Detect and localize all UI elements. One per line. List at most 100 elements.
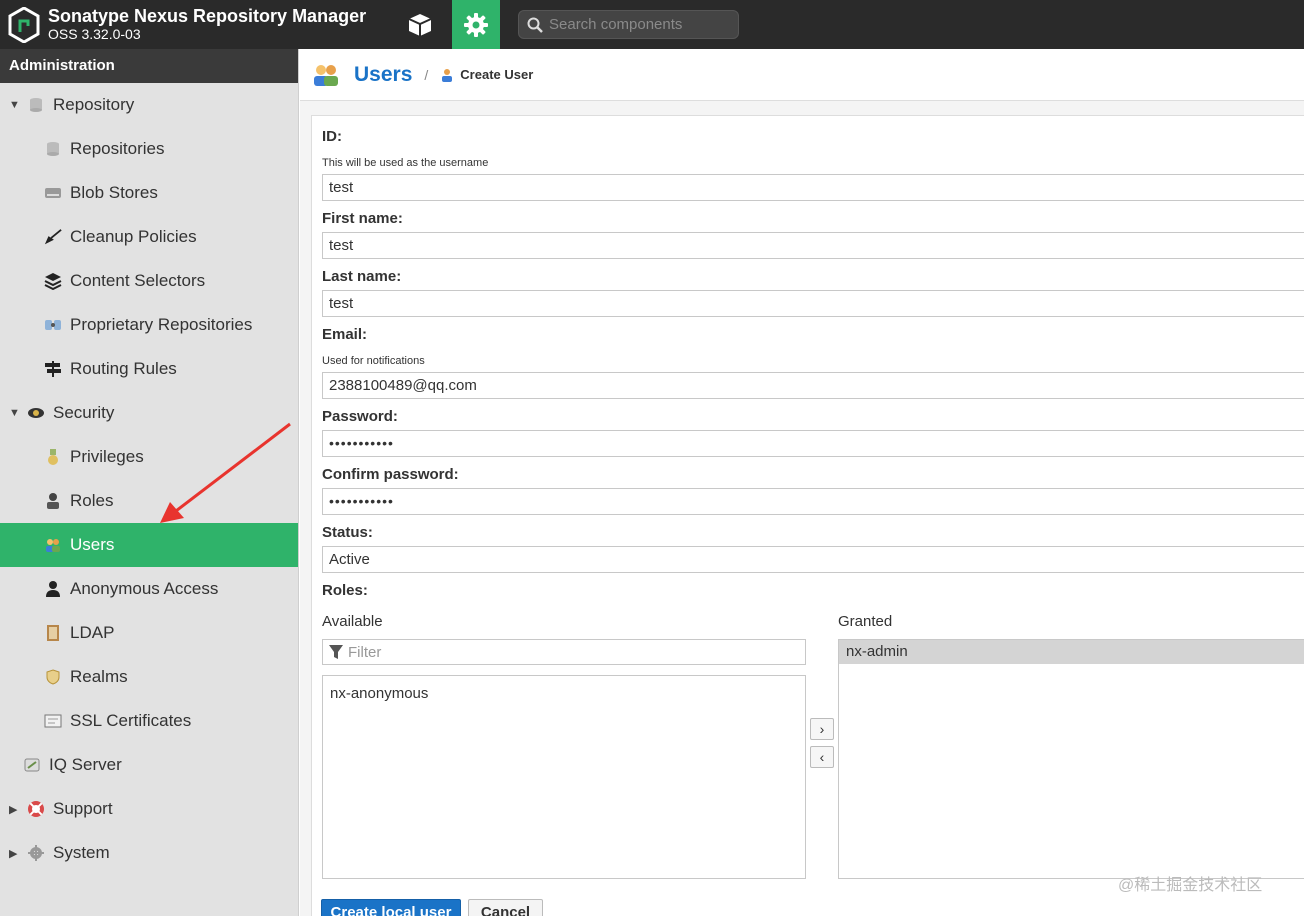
sidebar-item-users[interactable]: Users (0, 523, 298, 567)
sidebar-item-system[interactable]: ▶ System (0, 831, 298, 875)
chevron-left-icon: ‹ (819, 749, 825, 765)
gear-icon (27, 844, 45, 862)
book-icon (44, 624, 62, 642)
sidebar-item-routing-rules[interactable]: Routing Rules (0, 347, 298, 391)
available-roles-list[interactable]: nx-anonymous (322, 675, 806, 879)
browse-mode-button[interactable] (396, 0, 444, 49)
signpost-icon (44, 360, 62, 378)
sidebar-item-iq-server[interactable]: IQ Server (0, 743, 298, 787)
id-field[interactable]: test (322, 174, 1304, 201)
gear-icon (464, 12, 488, 37)
hard-drive-icon (44, 184, 62, 202)
caret-right-icon[interactable]: ▶ (9, 847, 19, 860)
database-icon (27, 96, 45, 114)
create-local-user-button[interactable]: Create local user (321, 899, 461, 916)
sidebar-item-label: SSL Certificates (70, 711, 192, 730)
available-roles-label: Available (322, 613, 383, 630)
password-field[interactable]: ••••••••••• (322, 430, 1304, 457)
sidebar-item-label: Anonymous Access (70, 579, 219, 598)
breadcrumb-current: Create User (460, 67, 534, 82)
sidebar-item-label: Users (70, 535, 115, 554)
caret-down-icon[interactable]: ▼ (9, 99, 20, 111)
sidebar-item-ldap[interactable]: LDAP (0, 611, 298, 655)
create-user-form: ID: This will be used as the username te… (311, 115, 1304, 916)
role-filter-box[interactable] (322, 639, 806, 665)
breadcrumb-users-link[interactable]: Users (354, 63, 412, 87)
sidebar-item-content-selectors[interactable]: Content Selectors (0, 259, 298, 303)
sidebar-item-ssl-certificates[interactable]: SSL Certificates (0, 699, 298, 743)
iq-icon (23, 756, 41, 774)
sidebar-item-support[interactable]: ▶ Support (0, 787, 298, 831)
cube-icon (408, 13, 432, 36)
sidebar-item-label: Privileges (70, 447, 144, 466)
chevron-right-icon: › (819, 721, 825, 737)
brand[interactable]: Sonatype Nexus Repository Manager OSS 3.… (8, 5, 366, 45)
last-name-field[interactable]: test (322, 290, 1304, 317)
watermark: @稀土掘金技术社区 (1118, 877, 1263, 894)
certificate-icon (44, 712, 62, 730)
sidebar-item-blob-stores[interactable]: Blob Stores (0, 171, 298, 215)
caret-right-icon[interactable]: ▶ (9, 803, 19, 816)
sidebar-item-repositories[interactable]: Repositories (0, 127, 298, 171)
id-label: ID: (322, 128, 342, 145)
admin-mode-button[interactable] (452, 0, 500, 49)
sidebar-item-label: Repositories (70, 139, 165, 158)
granted-roles-list[interactable]: nx-admin (838, 639, 1304, 879)
shield-icon (44, 668, 62, 686)
sidebar-item-realms[interactable]: Realms (0, 655, 298, 699)
sidebar-item-proprietary-repositories[interactable]: Proprietary Repositories (0, 303, 298, 347)
granted-roles-label: Granted (838, 613, 893, 630)
sidebar-item-roles[interactable]: Roles (0, 479, 298, 523)
user-icon (440, 67, 454, 83)
password-label: Password: (322, 408, 398, 425)
role-filter-input[interactable] (348, 643, 788, 661)
sidebar-item-label: Repository (53, 95, 135, 114)
sidebar-item-label: Support (53, 799, 113, 818)
sidebar-item-security[interactable]: ▼ Security (0, 391, 298, 435)
first-name-field[interactable]: test (322, 232, 1304, 259)
list-item[interactable]: nx-admin (839, 640, 1304, 664)
sidebar-item-label: Realms (70, 667, 128, 686)
broom-icon (44, 228, 62, 246)
sidebar-item-label: System (53, 843, 110, 862)
sidebar-item-label: Blob Stores (70, 183, 158, 202)
app-name: Sonatype Nexus Repository Manager (48, 6, 367, 27)
database-icon (44, 140, 62, 158)
roles-label: Roles: (322, 582, 368, 599)
filter-icon (329, 645, 343, 659)
sidebar-item-label: Roles (70, 491, 114, 510)
sidebar-item-label: Cleanup Policies (70, 227, 197, 246)
sidebar-item-privileges[interactable]: Privileges (0, 435, 298, 479)
cancel-button[interactable]: Cancel (468, 899, 543, 916)
remove-role-button[interactable]: ‹ (810, 746, 834, 768)
sidebar-item-label: LDAP (70, 623, 115, 642)
search-input[interactable] (549, 16, 729, 33)
users-icon (312, 61, 340, 89)
caret-down-icon[interactable]: ▼ (9, 407, 20, 419)
add-role-button[interactable]: › (810, 718, 834, 740)
status-label: Status: (322, 524, 373, 541)
list-item[interactable]: nx-anonymous (323, 682, 805, 706)
email-field[interactable]: 2388100489@qq.com (322, 372, 1304, 399)
sidebar-title: Administration (0, 49, 298, 83)
confirm-password-label: Confirm password: (322, 466, 459, 483)
medal-icon (44, 448, 62, 466)
confirm-password-field[interactable]: ••••••••••• (322, 488, 1304, 515)
app-version: OSS 3.32.0-03 (48, 26, 141, 43)
lifebuoy-icon (27, 800, 45, 818)
last-name-label: Last name: (322, 268, 402, 285)
email-label: Email: (322, 326, 368, 343)
id-help-text: This will be used as the username (322, 157, 489, 169)
layers-icon (44, 272, 62, 290)
sidebar-item-repository[interactable]: ▼ Repository (0, 83, 298, 127)
sidebar-item-label: Proprietary Repositories (70, 315, 253, 334)
sidebar-item-anonymous-access[interactable]: Anonymous Access (0, 567, 298, 611)
first-name-label: First name: (322, 210, 403, 227)
search-box[interactable] (518, 10, 739, 39)
sidebar: Administration ▼ Repository Repositories… (0, 49, 299, 916)
status-select[interactable]: Active (322, 546, 1304, 573)
breadcrumb-separator: / (424, 66, 429, 83)
sidebar-item-label: Security (53, 403, 115, 422)
sidebar-item-cleanup-policies[interactable]: Cleanup Policies (0, 215, 298, 259)
puzzle-icon (44, 316, 62, 334)
